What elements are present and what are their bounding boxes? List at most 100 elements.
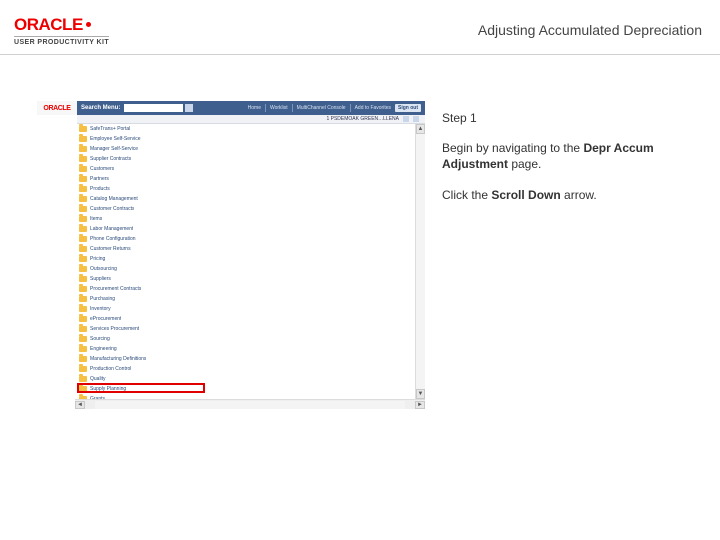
toolbar-add-favorites[interactable]: Add to Favorites (355, 105, 391, 111)
nav-tree-item[interactable]: Customer Contracts (77, 204, 207, 214)
horizontal-scrollbar: ◄ ► (75, 399, 425, 409)
nav-tree-label: Procurement Contracts (90, 286, 141, 292)
nav-tree-item[interactable]: Engineering (77, 344, 207, 354)
horizontal-scroll-track[interactable] (95, 401, 405, 409)
toolbar-home[interactable]: Home (248, 105, 261, 111)
folder-icon (79, 136, 87, 142)
screenshot-subbar: 1 PSDEMOAK GREEN…LLENA (77, 115, 425, 124)
nav-tree-label: Products (90, 186, 110, 192)
folder-icon (79, 176, 87, 182)
nav-tree-item[interactable]: Purchasing (77, 294, 207, 304)
nav-tree-item[interactable]: Manager Self-Service (77, 144, 207, 154)
folder-icon (79, 216, 87, 222)
instruction-line-2-post: arrow. (561, 188, 597, 202)
nav-tree-label: Sourcing (90, 336, 110, 342)
nav-tree-label: Customer Contracts (90, 206, 134, 212)
instruction-line-2-pre: Click the (442, 188, 491, 202)
folder-icon (79, 366, 87, 372)
nav-tree-item[interactable]: Quality (77, 374, 207, 384)
nav-tree-item[interactable]: Catalog Management (77, 194, 207, 204)
scroll-right-arrow-icon[interactable]: ► (415, 401, 425, 409)
nav-tree-item[interactable]: Manufacturing Definitions (77, 354, 207, 364)
screenshot-topbar: ORACLE Search Menu: Home Worklist MultiC… (37, 101, 425, 115)
nav-tree-label: eProcurement (90, 316, 121, 322)
nav-tree-item[interactable]: Procurement Contracts (77, 284, 207, 294)
nav-tree-item[interactable]: Customer Returns (77, 244, 207, 254)
instruction-line-2-bold: Scroll Down (491, 188, 560, 202)
nav-tree-label: Supply Planning (90, 386, 126, 392)
help-icon[interactable] (413, 116, 419, 122)
nav-tree-item[interactable]: Items (77, 214, 207, 224)
nav-tree-label: Supplier Contracts (90, 156, 131, 162)
nav-tree-label: Suppliers (90, 276, 111, 282)
scroll-up-arrow-icon[interactable]: ▲ (416, 124, 425, 134)
nav-tree-label: Phone Configuration (90, 236, 136, 242)
nav-tree-label: Outsourcing (90, 266, 117, 272)
nav-tree-item[interactable]: Partners (77, 174, 207, 184)
header-divider (0, 54, 720, 55)
toolbar-multichannel[interactable]: MultiChannel Console (297, 105, 346, 111)
folder-icon (79, 316, 87, 322)
nav-tree-item[interactable]: Inventory (77, 304, 207, 314)
toolbar-signout[interactable]: Sign out (395, 104, 421, 112)
nav-tree-item[interactable]: Sourcing (77, 334, 207, 344)
search-menu-label: Search Menu: (81, 105, 120, 111)
search-go-button[interactable] (185, 104, 193, 112)
nav-tree-item[interactable]: Phone Configuration (77, 234, 207, 244)
vertical-scroll-track[interactable] (416, 134, 425, 389)
nav-tree-item[interactable]: Labor Management (77, 224, 207, 234)
folder-icon (79, 236, 87, 242)
nav-tree-label: SafeTrans+ Portal (90, 126, 130, 132)
nav-tree-label: Inventory (90, 306, 111, 312)
folder-icon (79, 166, 87, 172)
nav-tree-label: Purchasing (90, 296, 115, 302)
folder-icon (79, 326, 87, 332)
nav-tree-item[interactable]: Services Procurement (77, 324, 207, 334)
nav-tree-item[interactable]: Pricing (77, 254, 207, 264)
nav-tree-label: Production Control (90, 366, 131, 372)
folder-icon (79, 196, 87, 202)
nav-tree-label: Pricing (90, 256, 105, 262)
brand-dot-icon (86, 22, 91, 27)
folder-icon (79, 346, 87, 352)
folder-icon (79, 206, 87, 212)
nav-tree-item[interactable]: Supply Planning (77, 384, 207, 394)
folder-icon (79, 276, 87, 282)
toolbar-worklist[interactable]: Worklist (270, 105, 288, 111)
screenshot-logo-text: ORACLE (43, 105, 70, 112)
nav-tree-item[interactable]: Production Control (77, 364, 207, 374)
instruction-line-2: Click the Scroll Down arrow. (442, 187, 698, 203)
scroll-down-arrow-icon[interactable]: ▼ (416, 389, 425, 399)
instruction-line-1-pre: Begin by navigating to the (442, 141, 583, 155)
nav-tree-item[interactable]: SafeTrans+ Portal (77, 124, 207, 134)
nav-tree-label: Catalog Management (90, 196, 138, 202)
nav-tree-item[interactable]: Employee Self-Service (77, 134, 207, 144)
folder-icon (79, 306, 87, 312)
nav-tree-item[interactable]: Supplier Contracts (77, 154, 207, 164)
search-input[interactable] (124, 104, 183, 112)
page-title: Adjusting Accumulated Depreciation (478, 22, 706, 38)
folder-icon (79, 186, 87, 192)
nav-tree-item[interactable]: Suppliers (77, 274, 207, 284)
home-icon[interactable] (403, 116, 409, 122)
nav-tree-label: Employee Self-Service (90, 136, 141, 142)
search-menu: Search Menu: (77, 101, 197, 115)
nav-tree-label: Manufacturing Definitions (90, 356, 146, 362)
scroll-left-arrow-icon[interactable]: ◄ (75, 401, 85, 409)
nav-tree-label: Manager Self-Service (90, 146, 138, 152)
step-label: Step 1 (442, 110, 698, 126)
folder-icon (79, 246, 87, 252)
nav-tree-item[interactable]: Outsourcing (77, 264, 207, 274)
body: ORACLE Search Menu: Home Worklist MultiC… (36, 100, 704, 520)
folder-icon (79, 286, 87, 292)
nav-tree-item[interactable]: eProcurement (77, 314, 207, 324)
screenshot-panel: ORACLE Search Menu: Home Worklist MultiC… (36, 100, 426, 410)
folder-icon (79, 266, 87, 272)
screenshot-toolbar: Home Worklist MultiChannel Console Add t… (235, 101, 425, 115)
nav-tree-label: Services Procurement (90, 326, 139, 332)
nav-tree-item[interactable]: Products (77, 184, 207, 194)
brand: ORACLE USER PRODUCTIVITY KIT (14, 15, 109, 46)
folder-icon (79, 356, 87, 362)
nav-tree-item[interactable]: Customers (77, 164, 207, 174)
nav-tree-label: Labor Management (90, 226, 133, 232)
